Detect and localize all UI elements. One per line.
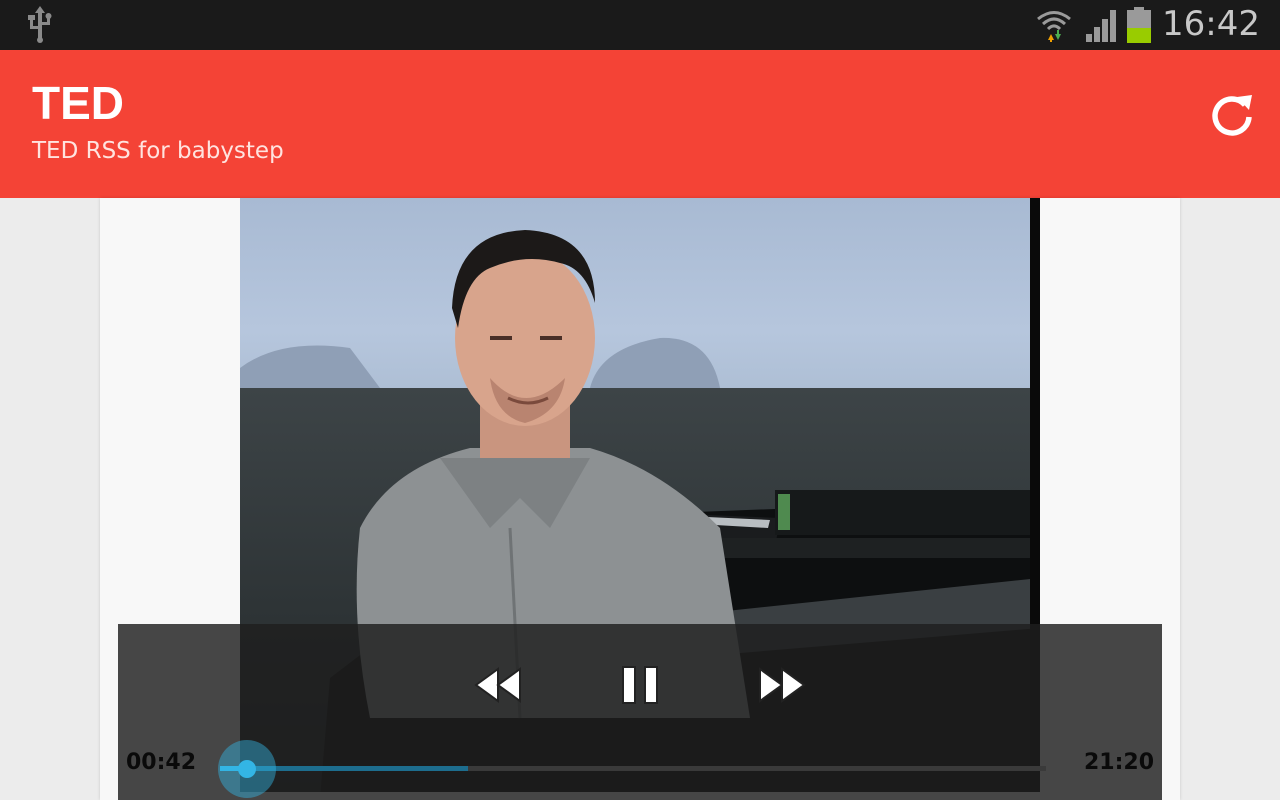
app-title: TED (32, 77, 124, 129)
seek-bar[interactable] (218, 740, 1046, 798)
signal-icon (1086, 10, 1116, 42)
battery-icon (1127, 7, 1151, 43)
status-bar: 16:42 (0, 0, 1280, 50)
rewind-icon (474, 667, 521, 703)
action-bar: TED TED RSS for babystep (0, 50, 1280, 198)
media-controller: 00:42 21:20 (118, 624, 1162, 800)
usb-icon (28, 6, 52, 43)
fast-forward-button[interactable] (752, 660, 812, 710)
fast-forward-icon (759, 667, 806, 703)
current-time: 00:42 (126, 750, 197, 775)
seek-thumb-core (238, 760, 257, 778)
pause-icon (622, 666, 658, 704)
refresh-button[interactable] (1204, 86, 1260, 142)
rewind-button[interactable] (468, 660, 528, 710)
pause-button[interactable] (610, 660, 670, 710)
wifi-icon (1037, 11, 1071, 42)
app-subtitle: TED RSS for babystep (32, 138, 284, 164)
total-time: 21:20 (1083, 750, 1154, 775)
refresh-icon (1212, 95, 1252, 136)
seek-thumb[interactable] (218, 740, 277, 798)
status-clock: 16:42 (1162, 4, 1260, 44)
